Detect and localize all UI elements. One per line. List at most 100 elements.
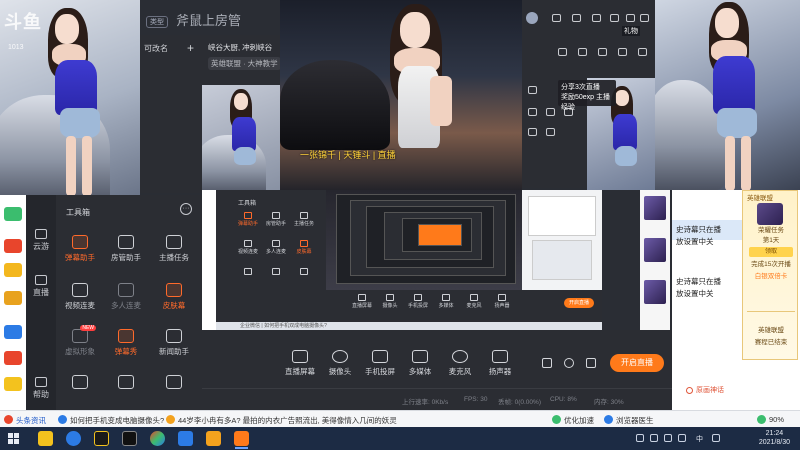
tool-virtual-avatar[interactable]: 虚拟形象 NEW xyxy=(58,325,102,357)
match-title: 英雄联盟 xyxy=(758,327,784,334)
folder-icon[interactable] xyxy=(38,431,53,446)
claim-button[interactable]: 领取 xyxy=(749,247,793,257)
gear-icon[interactable] xyxy=(586,358,596,368)
news-source[interactable]: 头条资讯 xyxy=(16,415,46,426)
tool-multi-link[interactable]: 多人连麦 xyxy=(104,283,148,311)
tool-label: 多人连麦 xyxy=(111,301,141,310)
info-line: 放设置中关 xyxy=(676,237,714,246)
button-label: 麦克风 xyxy=(448,367,472,376)
tool-skin[interactable]: 皮肤幕 xyxy=(152,283,196,311)
optimize-link[interactable]: 优化加速 xyxy=(564,415,594,426)
trophy-icon[interactable] xyxy=(592,14,601,22)
tool-room-manager[interactable]: 房管助手 xyxy=(104,235,148,263)
system-clock[interactable]: 21:24 2021/8/30 xyxy=(759,429,790,447)
zoom-level[interactable]: 90% xyxy=(769,415,784,424)
preview-tool: 皮肤幕 xyxy=(292,240,316,255)
tool-extra[interactable] xyxy=(152,375,196,392)
video-icon[interactable] xyxy=(542,358,552,368)
monitor-icon xyxy=(292,350,308,363)
input-language[interactable]: 中 xyxy=(696,434,703,444)
tool-danmu-assistant[interactable]: 弹幕助手 xyxy=(58,235,102,263)
lock-icon[interactable] xyxy=(578,48,587,56)
phone-cast-button[interactable]: 手机投屏 xyxy=(360,350,400,377)
headline-1[interactable]: 如何把手机变成电脑摄像头? xyxy=(70,415,164,426)
tool-label: 视频连麦 xyxy=(65,301,95,310)
tool-danmu-show[interactable]: 弹幕秀 xyxy=(104,329,148,357)
nav-cloud-play[interactable]: 云游 xyxy=(26,229,56,252)
footer-link[interactable]: 原画神话 xyxy=(696,385,724,395)
bag-icon[interactable] xyxy=(528,128,537,136)
app-icon[interactable] xyxy=(4,291,22,305)
upload-rate: 上行速率: 0Kb/s xyxy=(402,399,449,406)
gift-icon[interactable] xyxy=(546,108,555,116)
chat-icon[interactable] xyxy=(528,86,537,94)
tray-icon[interactable] xyxy=(664,434,672,442)
more-icon[interactable]: ··· xyxy=(180,203,192,215)
tool-icon xyxy=(118,375,134,389)
security-icon[interactable] xyxy=(178,431,193,446)
divider xyxy=(747,311,795,312)
tray-icon[interactable] xyxy=(650,434,658,442)
share-icon[interactable] xyxy=(528,108,537,116)
screen-capture-button[interactable]: 直播屏幕 xyxy=(280,350,320,377)
tool-extra[interactable] xyxy=(58,375,102,392)
preview-bottom-item: 扬声器 xyxy=(490,294,514,309)
tray-icon[interactable] xyxy=(636,434,644,442)
lock-icon[interactable] xyxy=(546,128,555,136)
browser-doctor-link[interactable]: 浏览器医生 xyxy=(616,415,654,426)
thumbnail[interactable] xyxy=(644,280,666,304)
category-tag[interactable]: 类型 xyxy=(146,16,168,28)
tool-extra[interactable] xyxy=(104,375,148,392)
windows-start-icon[interactable] xyxy=(8,433,19,444)
douyu-app-icon[interactable] xyxy=(234,431,249,449)
app-icon[interactable] xyxy=(4,351,22,365)
thumbnail[interactable] xyxy=(644,196,666,220)
tool-news-assistant[interactable]: 新闻助手 xyxy=(152,329,196,357)
image-icon[interactable] xyxy=(618,48,627,56)
speaker-button[interactable]: 扬声器 xyxy=(480,350,520,377)
g-app-icon[interactable] xyxy=(122,431,137,446)
download-icon xyxy=(72,329,88,343)
nav-live[interactable]: 直播 xyxy=(26,275,56,298)
eye-icon[interactable] xyxy=(564,358,574,368)
minimize-icon[interactable] xyxy=(626,14,635,22)
close-icon[interactable] xyxy=(640,14,649,22)
game-icon[interactable] xyxy=(94,431,109,446)
settings-icon[interactable] xyxy=(598,48,607,56)
share-icon[interactable] xyxy=(552,14,561,22)
chat-app-icon[interactable] xyxy=(206,431,221,446)
volume-icon[interactable] xyxy=(678,434,686,442)
app-icon[interactable] xyxy=(4,239,22,253)
model-photo-left: 斗鱼 1013 xyxy=(0,0,140,195)
preview-bottom-item: 多媒体 xyxy=(434,294,458,309)
app-icon[interactable] xyxy=(4,325,22,339)
menu-icon[interactable] xyxy=(610,14,619,22)
gift-icon[interactable] xyxy=(572,14,581,22)
photos-icon[interactable] xyxy=(150,431,165,446)
button-label: 摄像头 xyxy=(328,367,352,376)
multimedia-button[interactable]: 多媒体 xyxy=(400,350,440,377)
room-info-panel: 峡谷大厨, 冲刺峡谷 英雄联盟 · 大神教学 xyxy=(202,35,281,85)
camera-button[interactable]: 摄像头 xyxy=(320,350,360,377)
microphone-button[interactable]: 麦克风 xyxy=(440,350,480,377)
thumbnail[interactable] xyxy=(644,238,666,262)
rename-label[interactable]: 可改名 xyxy=(144,43,168,54)
nav-help[interactable]: 帮助 xyxy=(26,377,56,400)
bag-icon[interactable] xyxy=(558,48,567,56)
start-live-button[interactable]: 开启直播 xyxy=(610,354,664,372)
headline-2[interactable]: 44岁李小冉有多A? 最拍的内衣广告照流出, 美得像情入几间的妖灵 xyxy=(178,415,397,426)
add-icon[interactable]: + xyxy=(187,41,194,55)
room-category[interactable]: 英雄联盟 · 大神教学 xyxy=(208,57,281,70)
browser-doctor-icon xyxy=(604,415,613,424)
avatar[interactable] xyxy=(526,12,538,24)
bell-icon[interactable] xyxy=(638,48,647,56)
quest-goal: 完成15次开播 xyxy=(751,261,791,268)
keyboard-icon[interactable] xyxy=(712,434,720,442)
browser-icon[interactable] xyxy=(66,431,81,446)
app-icon[interactable] xyxy=(4,263,22,277)
app-icon[interactable] xyxy=(4,207,22,221)
tool-video-link[interactable]: 视频连麦 xyxy=(58,283,102,311)
tool-anchor-task[interactable]: 主播任务 xyxy=(152,235,196,263)
app-icon[interactable] xyxy=(4,377,22,391)
tool-icon xyxy=(166,375,182,389)
